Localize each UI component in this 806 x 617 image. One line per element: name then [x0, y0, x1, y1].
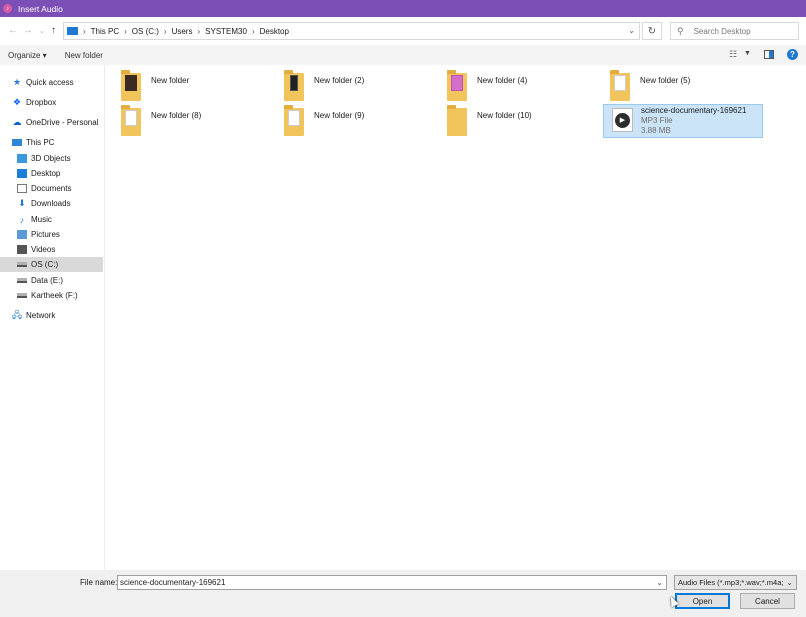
folder-icon	[121, 105, 141, 136]
file-item[interactable]: New folder	[106, 70, 266, 104]
drive-icon	[17, 262, 27, 267]
breadcrumb-this-pc[interactable]: This PC	[91, 27, 119, 36]
app-icon: ♪	[3, 4, 12, 13]
up-arrow-icon[interactable]: ↑	[51, 25, 56, 36]
file-item[interactable]: New folder (10)	[432, 105, 592, 139]
file-list: New folder New folder (2) New folder (4)…	[106, 65, 806, 570]
refresh-button[interactable]: ↻	[642, 22, 662, 40]
file-item[interactable]: New folder (8)	[106, 105, 266, 139]
network-icon: 🖧	[11, 309, 23, 320]
nav-item-os-c[interactable]: OS (C:)	[0, 257, 103, 272]
breadcrumb-users[interactable]: Users	[172, 27, 193, 36]
3d-objects-icon	[17, 154, 27, 163]
breadcrumb-os-c[interactable]: OS (C:)	[132, 27, 159, 36]
pc-icon	[67, 27, 78, 35]
chevron-down-icon[interactable]: ⌄	[628, 26, 635, 35]
downloads-icon: ⬇	[18, 198, 26, 208]
file-name-label: File name:	[80, 578, 118, 587]
title-bar: ♪ Insert Audio	[0, 0, 806, 17]
file-type: MP3 File	[641, 116, 673, 125]
videos-icon	[17, 245, 27, 254]
view-dropdown-icon[interactable]: ▼	[744, 50, 751, 57]
search-placeholder: Search Desktop	[693, 26, 751, 36]
file-item[interactable]: New folder (2)	[269, 70, 429, 104]
search-input[interactable]: ⚲ Search Desktop	[670, 22, 799, 40]
nav-item-this-pc[interactable]: This PC	[0, 135, 103, 150]
forward-arrow-icon[interactable]: →	[23, 25, 33, 36]
nav-item-desktop[interactable]: Desktop	[0, 166, 103, 181]
audio-file-icon: ▶	[612, 108, 633, 132]
help-icon[interactable]: ?	[787, 49, 798, 60]
cloud-icon: ☁	[12, 117, 22, 127]
nav-item-3d-objects[interactable]: 3D Objects	[0, 151, 103, 166]
nav-item-documents[interactable]: Documents	[0, 181, 103, 196]
file-item[interactable]: New folder (9)	[269, 105, 429, 139]
nav-item-quick-access[interactable]: ★ Quick access	[0, 75, 103, 90]
cancel-button[interactable]: Cancel	[740, 593, 795, 609]
footer-panel: File name: science-documentary-169621 ⌄ …	[0, 570, 806, 617]
nav-item-videos[interactable]: Videos	[0, 242, 103, 257]
chevron-down-icon[interactable]: ⌄	[784, 578, 793, 587]
folder-icon	[284, 70, 304, 101]
star-icon: ★	[12, 77, 22, 87]
file-type-filter-value: Audio Files (*.mp3;*.wav;*.m4a;	[678, 578, 784, 587]
file-item-selected[interactable]: ▶ science-documentary-169621 MP3 File 3.…	[603, 104, 763, 138]
nav-item-downloads[interactable]: ⬇ Downloads	[0, 196, 103, 211]
file-name: science-documentary-169621	[641, 106, 747, 115]
folder-icon	[447, 70, 467, 101]
folder-icon	[447, 105, 467, 136]
address-bar[interactable]: › This PC › OS (C:) › Users › SYSTEM30 ›…	[63, 22, 640, 40]
desktop-icon	[17, 169, 27, 178]
command-bar: Organize ▾ New folder ☷ ▼ ?	[0, 45, 806, 65]
navigation-pane: ★ Quick access ❖ Dropbox ☁ OneDrive - Pe…	[0, 65, 105, 570]
open-button[interactable]: Open	[675, 593, 730, 609]
drive-icon	[17, 278, 27, 283]
back-arrow-icon[interactable]: ←	[8, 25, 18, 36]
address-row: ← → ⌄ ↑ › This PC › OS (C:) › Users › SY…	[0, 17, 806, 45]
nav-item-pictures[interactable]: Pictures	[0, 227, 103, 242]
folder-icon	[610, 70, 630, 101]
play-icon: ▶	[615, 112, 630, 128]
pc-icon	[12, 139, 22, 146]
file-size: 3.88 MB	[641, 126, 671, 135]
view-options-icon[interactable]: ☷	[729, 49, 737, 60]
window-title: Insert Audio	[18, 3, 63, 14]
nav-item-data-e[interactable]: Data (E:)	[0, 273, 103, 288]
organize-button[interactable]: Organize ▾	[8, 51, 47, 60]
documents-icon	[17, 184, 27, 193]
nav-item-onedrive[interactable]: ☁ OneDrive - Personal	[0, 115, 103, 130]
preview-pane-icon[interactable]	[764, 50, 774, 59]
recent-dropdown-icon[interactable]: ⌄	[39, 27, 45, 35]
dropbox-icon: ❖	[12, 97, 22, 107]
file-name-field[interactable]: science-documentary-169621 ⌄	[117, 575, 667, 590]
file-type-filter[interactable]: Audio Files (*.mp3;*.wav;*.m4a; ⌄	[674, 575, 797, 590]
folder-icon	[284, 105, 304, 136]
nav-item-music[interactable]: ♪ Music	[0, 212, 103, 227]
file-name-value: science-documentary-169621	[120, 578, 226, 587]
nav-item-dropbox[interactable]: ❖ Dropbox	[0, 95, 103, 110]
drive-icon	[17, 293, 27, 298]
chevron-down-icon[interactable]: ⌄	[656, 578, 663, 587]
breadcrumb-desktop[interactable]: Desktop	[260, 27, 289, 36]
nav-item-network[interactable]: 🖧 Network	[0, 308, 103, 323]
music-icon: ♪	[19, 214, 25, 225]
nav-item-kartheek-f[interactable]: Kartheek (F:)	[0, 288, 103, 303]
pictures-icon	[17, 230, 27, 239]
new-folder-button[interactable]: New folder	[65, 51, 103, 60]
file-item[interactable]: New folder (4)	[432, 70, 592, 104]
breadcrumb-system30[interactable]: SYSTEM30	[205, 27, 247, 36]
file-item[interactable]: New folder (5)	[595, 70, 755, 104]
search-icon: ⚲	[677, 25, 684, 36]
folder-icon	[121, 70, 141, 101]
refresh-icon: ↻	[647, 25, 657, 37]
